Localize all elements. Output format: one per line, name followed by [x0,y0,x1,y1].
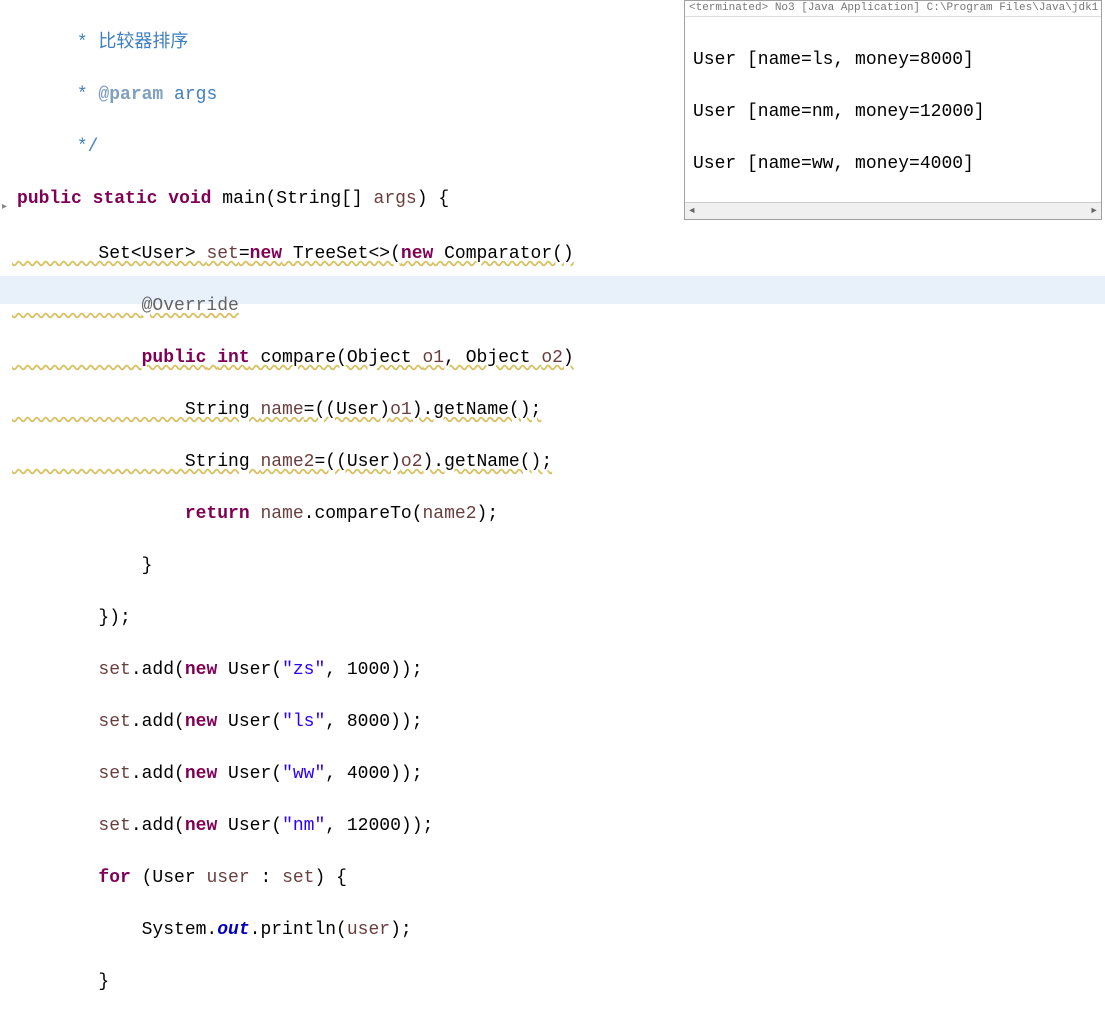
code-line: return name.compareTo(name2); [12,501,1105,527]
console-line: User [name=ww, money=4000] [693,151,1093,177]
console-header: <terminated> No3 [Java Application] C:\P… [685,1,1101,17]
code-line: String name=((User)o1).getName(); [12,397,1105,423]
code-line: Set<User> set=new TreeSet<>(new Comparat… [12,241,1105,267]
console-output[interactable]: User [name=ls, money=8000] User [name=nm… [685,17,1101,197]
code-line: @Override [12,293,1105,319]
scroll-right-icon[interactable]: ► [1087,203,1101,219]
code-line: System.out.println(user); [12,917,1105,943]
code-line: set.add(new User("ww", 4000)); [12,761,1105,787]
console-view: <terminated> No3 [Java Application] C:\P… [684,0,1102,220]
console-scrollbar[interactable]: ◄ ► [685,202,1101,219]
code-line: set.add(new User("nm", 12000)); [12,813,1105,839]
scroll-left-icon[interactable]: ◄ [685,203,699,219]
code-line: } [12,969,1105,995]
console-line: User [name=nm, money=12000] [693,99,1093,125]
fold-icon[interactable]: ▸ [2,202,7,213]
code-line: }); [12,605,1105,631]
code-line: public int compare(Object o1, Object o2) [12,345,1105,371]
console-line: User [name=ls, money=8000] [693,47,1093,73]
code-line: set.add(new User("ls", 8000)); [12,709,1105,735]
code-line: } [12,553,1105,579]
code-line: set.add(new User("zs", 1000)); [12,657,1105,683]
code-line: String name2=((User)o2).getName(); [12,449,1105,475]
code-line: for (User user : set) { [12,865,1105,891]
